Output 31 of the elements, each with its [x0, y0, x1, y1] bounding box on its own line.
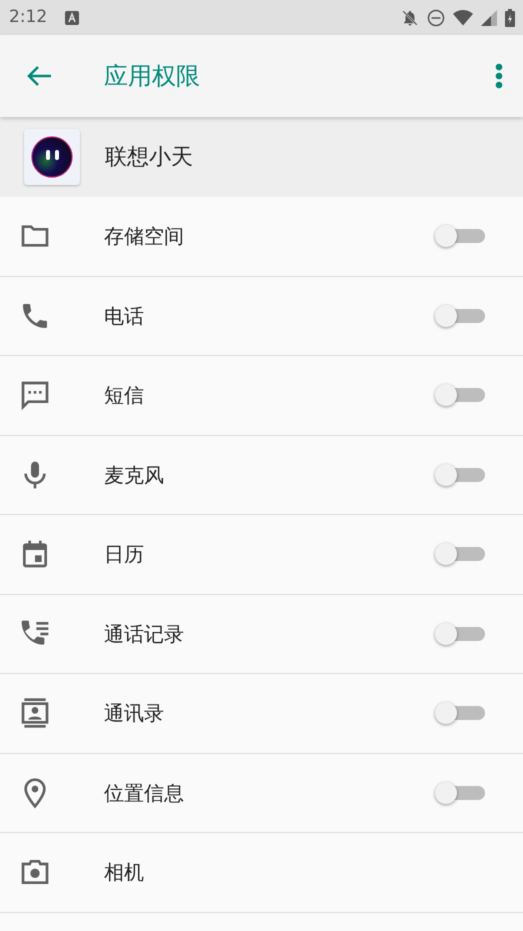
- status-time: 2:12: [9, 6, 48, 29]
- permission-label: 麦克风: [104, 462, 164, 489]
- signal-icon: [481, 10, 497, 26]
- back-arrow-icon[interactable]: [26, 64, 52, 88]
- permission-toggle[interactable]: [435, 622, 485, 645]
- permission-toggle[interactable]: [435, 782, 485, 804]
- more-options-icon[interactable]: [495, 63, 503, 89]
- contact-card-icon: [19, 697, 51, 730]
- permission-toggle[interactable]: [435, 304, 485, 327]
- permission-toggle[interactable]: [435, 543, 485, 566]
- permission-toggle[interactable]: [435, 225, 485, 248]
- permission-label: 位置信息: [104, 780, 184, 807]
- permission-toggle[interactable]: [435, 464, 485, 486]
- battery-charging-icon: [505, 8, 515, 26]
- permission-label: 存储空间: [104, 223, 184, 250]
- wifi-icon: [453, 10, 473, 26]
- page-title: 应用权限: [104, 61, 200, 92]
- permission-toggle[interactable]: [435, 702, 485, 724]
- app-name: 联想小天: [105, 144, 193, 172]
- permission-toggle[interactable]: [435, 384, 485, 406]
- permission-label: 通话记录: [104, 620, 184, 648]
- keyboard-notification-icon: [65, 10, 80, 24]
- permission-label: 电话: [104, 302, 144, 330]
- notifications-off-icon: [401, 8, 419, 26]
- app-icon: [24, 129, 80, 185]
- permission-label: 短信: [104, 382, 144, 410]
- permission-label: 通讯录: [104, 700, 164, 728]
- message-icon: [19, 379, 51, 412]
- permission-label: 相机: [104, 859, 144, 886]
- permission-label: 日历: [104, 541, 144, 568]
- do-not-disturb-icon: [427, 8, 445, 26]
